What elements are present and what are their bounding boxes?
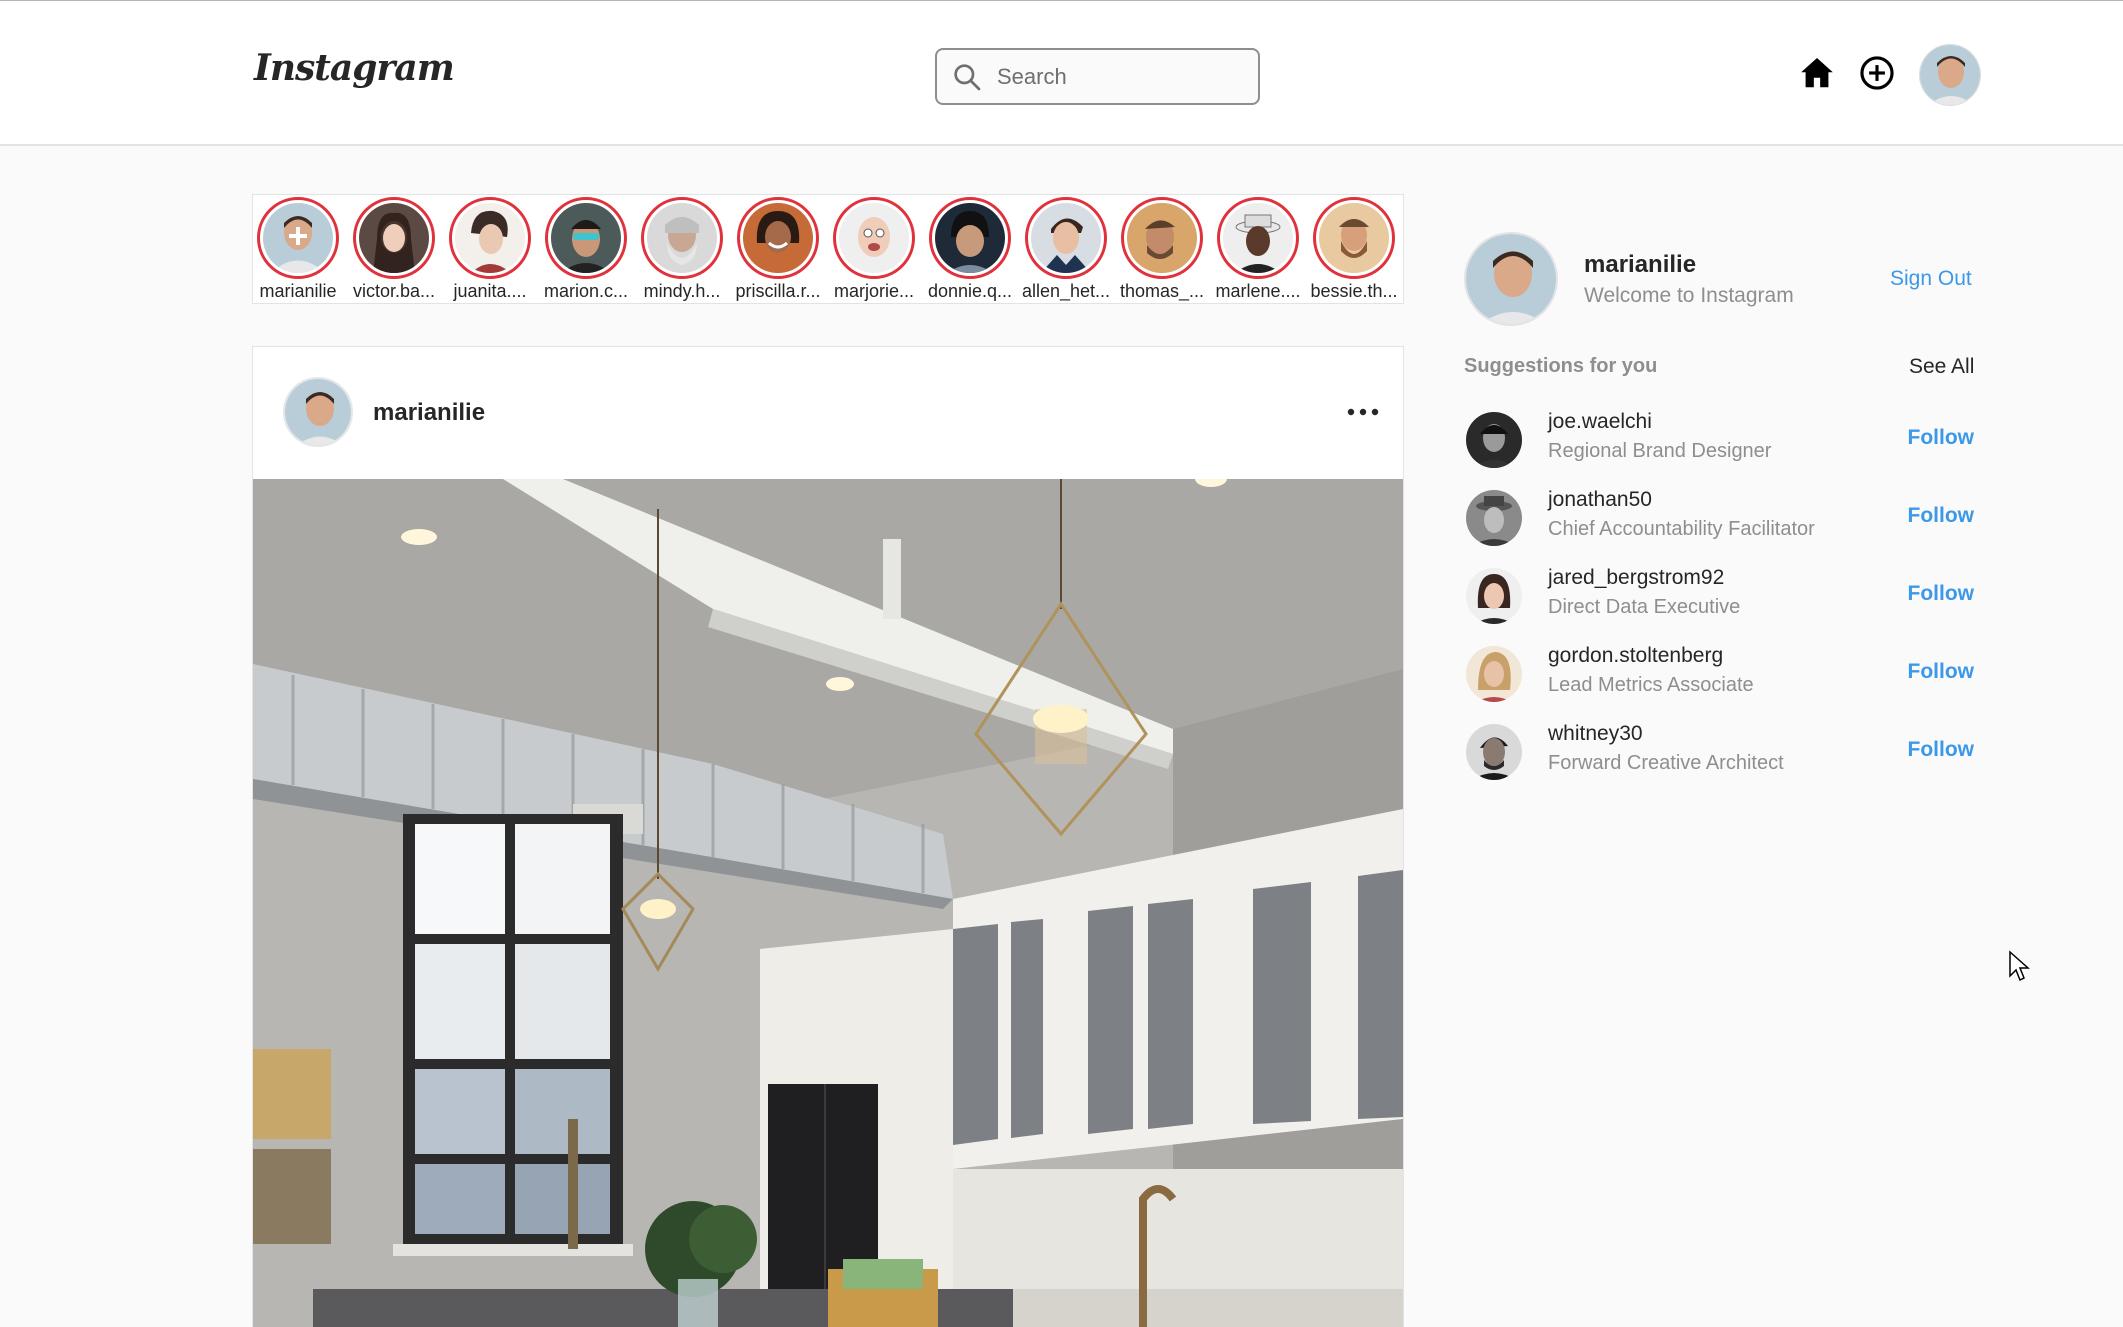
- story-avatar: [551, 203, 621, 273]
- story-username: allen_het...: [1021, 281, 1111, 301]
- story-username: mindy.h...: [643, 281, 721, 301]
- story-avatar: [1223, 203, 1293, 273]
- suggestion-role: Lead Metrics Associate: [1548, 674, 1754, 696]
- search-input[interactable]: [997, 63, 1237, 90]
- story-avatar: [1319, 203, 1389, 273]
- story-username: priscilla.r...: [735, 281, 821, 301]
- story-username: marjorie...: [833, 281, 914, 301]
- story-avatar: [647, 203, 717, 273]
- suggestion-username[interactable]: jonathan50: [1548, 488, 1652, 512]
- story-item[interactable]: marjorie...: [829, 195, 919, 305]
- suggestion-username[interactable]: joe.waelchi: [1548, 410, 1652, 434]
- story-item[interactable]: priscilla.r...: [733, 195, 823, 305]
- welcome-text: Welcome to Instagram: [1584, 284, 1794, 307]
- suggestion-username[interactable]: jared_bergstrom92: [1548, 566, 1724, 590]
- story-item[interactable]: marion.c...: [541, 195, 631, 305]
- story-item[interactable]: donnie.q...: [925, 195, 1015, 305]
- suggestion-item: jared_bergstrom92 Direct Data Executive …: [1464, 564, 1974, 630]
- story-username: thomas_...: [1119, 281, 1205, 301]
- follow-button[interactable]: Follow: [1908, 426, 1975, 450]
- search-box[interactable]: [935, 48, 1260, 105]
- suggestion-avatar[interactable]: [1466, 724, 1522, 780]
- story-item[interactable]: marianilie: [253, 195, 343, 305]
- story-avatar: [1127, 203, 1197, 273]
- story-item[interactable]: marlene....: [1213, 195, 1303, 305]
- follow-button[interactable]: Follow: [1908, 738, 1975, 762]
- suggestion-role: Regional Brand Designer: [1548, 440, 1772, 462]
- story-username: juanita....: [453, 281, 527, 301]
- story-avatar: [935, 203, 1005, 273]
- story-avatar: [455, 203, 525, 273]
- story-avatar: [1031, 203, 1101, 273]
- post-author-avatar[interactable]: [283, 377, 353, 447]
- suggestion-username[interactable]: gordon.stoltenberg: [1548, 644, 1723, 668]
- suggestion-role: Forward Creative Architect: [1548, 752, 1784, 774]
- suggestion-item: gordon.stoltenberg Lead Metrics Associat…: [1464, 642, 1974, 708]
- home-icon[interactable]: [1798, 54, 1836, 92]
- suggestions-heading: Suggestions for you: [1464, 355, 1658, 377]
- story-username: marianilie: [259, 281, 337, 301]
- suggestion-avatar[interactable]: [1466, 568, 1522, 624]
- story-item[interactable]: victor.ba...: [349, 195, 439, 305]
- suggestion-item: joe.waelchi Regional Brand Designer Foll…: [1464, 408, 1974, 474]
- story-item[interactable]: bessie.th...: [1309, 195, 1399, 305]
- sign-out-button[interactable]: Sign Out: [1890, 267, 1972, 291]
- follow-button[interactable]: Follow: [1908, 504, 1975, 528]
- follow-button[interactable]: Follow: [1908, 582, 1975, 606]
- top-navigation-bar: Instagram: [0, 0, 2123, 146]
- suggestion-username[interactable]: whitney30: [1548, 722, 1643, 746]
- suggestion-role: Direct Data Executive: [1548, 596, 1741, 618]
- feed-post: marianilie: [252, 346, 1404, 1327]
- instagram-logo[interactable]: Instagram: [254, 47, 455, 97]
- story-username: victor.ba...: [352, 281, 436, 301]
- suggestion-avatar[interactable]: [1466, 490, 1522, 546]
- add-post-icon[interactable]: [1858, 54, 1896, 92]
- story-item[interactable]: allen_het...: [1021, 195, 1111, 305]
- mouse-cursor-icon: [2009, 950, 2030, 982]
- search-icon: [954, 63, 981, 90]
- story-avatar: [743, 203, 813, 273]
- story-item[interactable]: juanita....: [445, 195, 535, 305]
- story-item[interactable]: thomas_...: [1117, 195, 1207, 305]
- suggestion-item: jonathan50 Chief Accountability Facilita…: [1464, 486, 1974, 552]
- follow-button[interactable]: Follow: [1908, 660, 1975, 684]
- post-image[interactable]: [253, 479, 1403, 1327]
- story-username: bessie.th...: [1310, 281, 1398, 301]
- story-avatar: [263, 203, 333, 273]
- story-avatar: [839, 203, 909, 273]
- suggestion-item: whitney30 Forward Creative Architect Fol…: [1464, 720, 1974, 786]
- stories-tray: marianilie victor.ba... juanita.... mari…: [252, 194, 1404, 304]
- current-user-avatar[interactable]: [1464, 232, 1558, 326]
- suggestion-avatar[interactable]: [1466, 412, 1522, 468]
- story-avatar: [359, 203, 429, 273]
- post-author-username[interactable]: marianilie: [373, 399, 485, 427]
- current-user-username[interactable]: marianilie: [1584, 251, 1696, 279]
- story-username: marlene....: [1215, 281, 1301, 301]
- suggestion-avatar[interactable]: [1466, 646, 1522, 702]
- story-item[interactable]: mindy.h...: [637, 195, 727, 305]
- suggestion-role: Chief Accountability Facilitator: [1548, 518, 1815, 540]
- see-all-link[interactable]: See All: [1909, 355, 1974, 379]
- more-horizontal-icon[interactable]: [1343, 397, 1383, 427]
- profile-avatar[interactable]: [1919, 44, 1981, 106]
- story-username: marion.c...: [543, 281, 629, 301]
- story-username: donnie.q...: [927, 281, 1013, 301]
